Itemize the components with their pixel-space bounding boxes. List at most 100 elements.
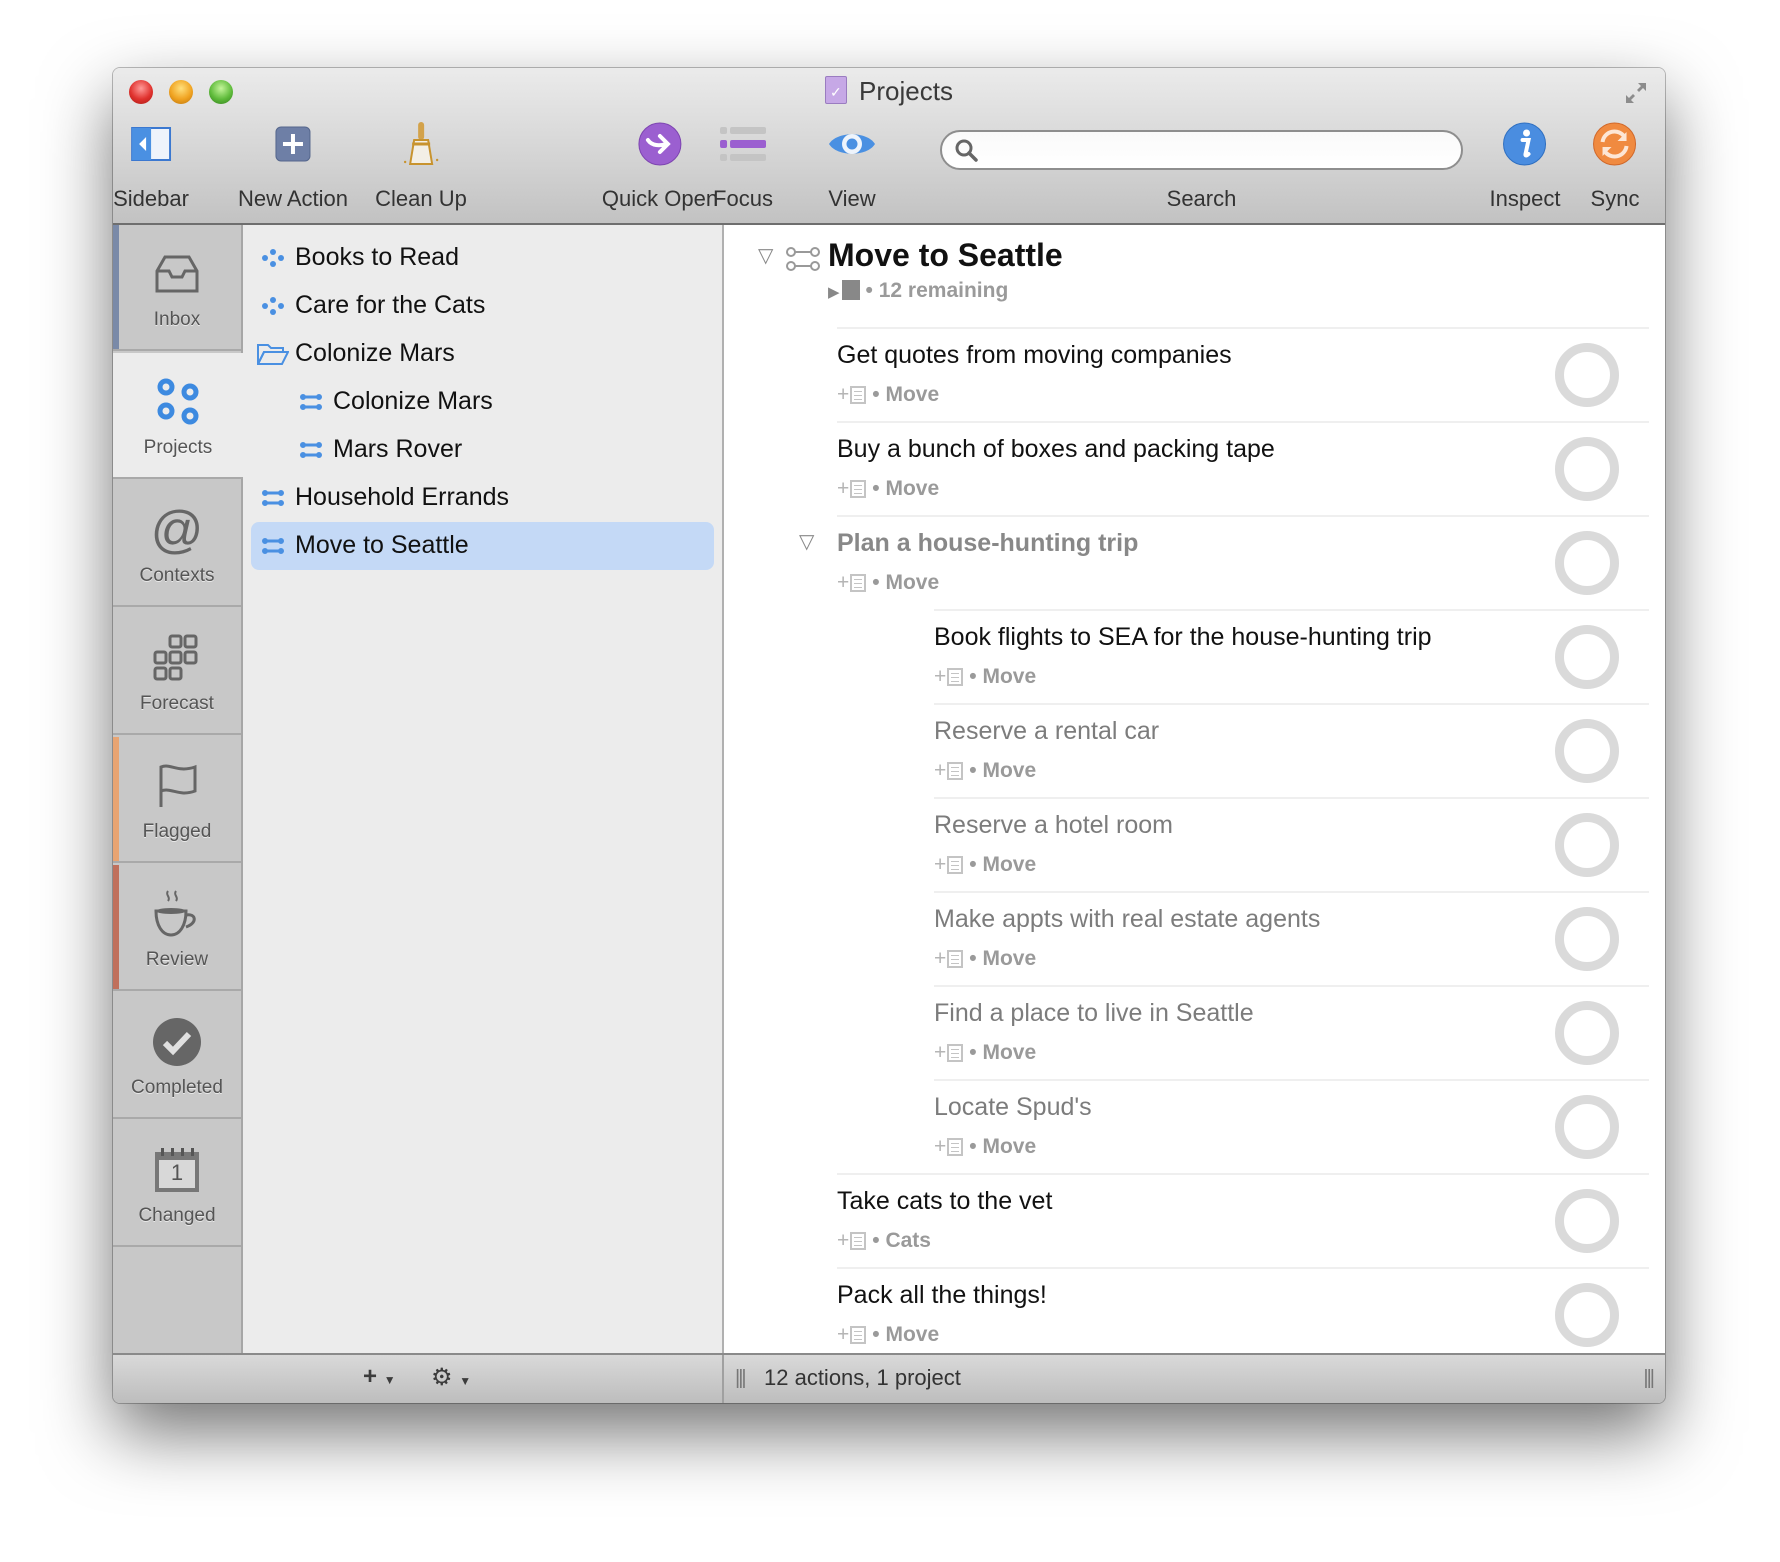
tab-projects[interactable]: Projects	[113, 353, 243, 479]
tab-inbox[interactable]: Inbox	[113, 225, 241, 351]
completion-checkbox[interactable]	[1555, 907, 1619, 971]
tab-forecast[interactable]: Forecast	[113, 609, 241, 735]
quick-open-button[interactable]: Quick Open	[602, 120, 718, 212]
add-note-icon[interactable]: +	[837, 1323, 867, 1347]
checkmark-circle-icon	[113, 1017, 241, 1067]
fullscreen-icon[interactable]	[1623, 80, 1649, 106]
sync-button[interactable]: Sync	[1591, 120, 1639, 212]
add-note-icon[interactable]: +	[837, 383, 867, 407]
action-title[interactable]: Reserve a rental car	[934, 717, 1159, 746]
add-note-icon[interactable]: +	[934, 759, 964, 783]
action-title[interactable]: Find a place to live in Seattle	[934, 999, 1254, 1028]
view-button[interactable]: View	[827, 120, 877, 212]
sidebar-toggle-icon	[113, 120, 189, 168]
completion-checkbox[interactable]	[1555, 343, 1619, 407]
action-title[interactable]: Plan a house-hunting trip	[837, 529, 1138, 558]
new-action-button[interactable]: New Action	[238, 120, 348, 212]
tab-contexts[interactable]: @ Contexts	[113, 481, 241, 607]
action-row[interactable]: Get quotes from moving companies + • Move	[837, 327, 1649, 421]
split-divider[interactable]	[722, 1355, 724, 1403]
tab-changed[interactable]: 1 Changed	[113, 1121, 241, 1247]
action-context[interactable]: Move	[885, 477, 939, 500]
magnifier-icon	[955, 139, 978, 162]
add-note-icon[interactable]: +	[934, 947, 964, 971]
resize-grip-icon[interactable]: |||	[735, 1367, 747, 1390]
action-context[interactable]: Move	[982, 947, 1036, 970]
action-context[interactable]: Move	[885, 571, 939, 594]
action-title[interactable]: Take cats to the vet	[837, 1187, 1052, 1216]
inspect-button[interactable]: Inspect	[1490, 120, 1560, 212]
project-list-item[interactable]: Household Errands	[251, 474, 714, 522]
action-title[interactable]: Book flights to SEA for the house-huntin…	[934, 623, 1432, 652]
action-row[interactable]: Book flights to SEA for the house-huntin…	[934, 609, 1649, 703]
action-group-row[interactable]: ▽ Plan a house-hunting trip + • Move	[799, 515, 1649, 609]
quick-open-arrow-icon	[602, 120, 718, 168]
add-menu-button[interactable]: + ▼	[363, 1363, 396, 1391]
outline-content: ▽ Move to Seattle ▶ • 12 remaining Get qu…	[724, 225, 1665, 1355]
clean-up-button[interactable]: Clean Up	[375, 120, 467, 212]
project-list-item-selected[interactable]: Move to Seattle	[251, 522, 714, 570]
search-field[interactable]	[940, 130, 1463, 170]
project-list-item[interactable]: Colonize Mars	[251, 378, 714, 426]
projects-circles-icon	[113, 377, 243, 427]
tab-flagged[interactable]: Flagged	[113, 737, 241, 863]
action-title[interactable]: Make appts with real estate agents	[934, 905, 1320, 934]
completion-checkbox[interactable]	[1555, 719, 1619, 783]
project-header: ▽ Move to Seattle ▶ • 12 remaining	[724, 225, 1665, 327]
action-context[interactable]: Move	[982, 1041, 1036, 1064]
tab-review[interactable]: Review	[113, 865, 241, 991]
action-title[interactable]: Reserve a hotel room	[934, 811, 1173, 840]
sidebar-button[interactable]: Sidebar	[113, 120, 189, 212]
action-title[interactable]: Pack all the things!	[837, 1281, 1047, 1310]
completion-checkbox[interactable]	[1555, 625, 1619, 689]
action-row[interactable]: Buy a bunch of boxes and packing tape + • …	[837, 421, 1649, 515]
action-meta: + • Move	[934, 665, 1036, 689]
action-context[interactable]: Move	[982, 665, 1036, 688]
completion-checkbox[interactable]	[1555, 531, 1619, 595]
completion-checkbox[interactable]	[1555, 1283, 1619, 1347]
folder-list-item[interactable]: Colonize Mars	[251, 330, 714, 378]
action-row[interactable]: Pack all the things! + • Move	[837, 1267, 1649, 1355]
disclosure-triangle-icon[interactable]: ▽	[758, 243, 773, 268]
tab-completed[interactable]: Completed	[113, 993, 241, 1119]
add-note-icon[interactable]: +	[934, 1041, 964, 1065]
action-row[interactable]: Find a place to live in Seattle + • Move	[934, 985, 1649, 1079]
action-row[interactable]: Reserve a rental car + • Move	[934, 703, 1649, 797]
resize-grip-icon[interactable]: |||	[1643, 1367, 1655, 1390]
action-context[interactable]: Move	[885, 383, 939, 406]
completion-checkbox[interactable]	[1555, 813, 1619, 877]
search-input[interactable]	[986, 136, 1447, 166]
add-note-icon[interactable]: +	[934, 853, 964, 877]
focus-button[interactable]: Focus	[713, 120, 773, 212]
completion-checkbox[interactable]	[1555, 1095, 1619, 1159]
completion-checkbox[interactable]	[1555, 437, 1619, 501]
action-context[interactable]: Cats	[885, 1229, 931, 1252]
disclosure-triangle-icon[interactable]: ▽	[799, 529, 814, 554]
action-title[interactable]: Locate Spud's	[934, 1093, 1092, 1122]
flag-icon	[113, 761, 241, 811]
add-note-icon[interactable]: +	[934, 665, 964, 689]
completion-checkbox[interactable]	[1555, 1189, 1619, 1253]
add-note-icon[interactable]: +	[837, 571, 867, 595]
completion-checkbox[interactable]	[1555, 1001, 1619, 1065]
project-list-item[interactable]: Care for the Cats	[251, 282, 714, 330]
action-context[interactable]: Move	[982, 853, 1036, 876]
add-note-icon[interactable]: +	[837, 1229, 867, 1253]
action-title[interactable]: Get quotes from moving companies	[837, 341, 1232, 370]
gear-menu-button[interactable]: ⚙ ▼	[431, 1363, 471, 1392]
action-row[interactable]: Reserve a hotel room + • Move	[934, 797, 1649, 891]
action-context[interactable]: Move	[885, 1323, 939, 1346]
action-row[interactable]: Locate Spud's + • Move	[934, 1079, 1649, 1173]
add-note-icon[interactable]: +	[837, 477, 867, 501]
project-title[interactable]: Move to Seattle	[828, 237, 1063, 274]
action-row[interactable]: Take cats to the vet + • Cats	[837, 1173, 1649, 1267]
project-icon	[299, 438, 323, 462]
project-list-item[interactable]: Books to Read	[251, 234, 714, 282]
action-context[interactable]: Move	[982, 1135, 1036, 1158]
action-title[interactable]: Buy a bunch of boxes and packing tape	[837, 435, 1275, 464]
action-context[interactable]: Move	[982, 759, 1036, 782]
expand-note-icon[interactable]: ▶	[828, 284, 840, 301]
action-row[interactable]: Make appts with real estate agents + • Mov…	[934, 891, 1649, 985]
project-list-item[interactable]: Mars Rover	[251, 426, 714, 474]
add-note-icon[interactable]: +	[934, 1135, 964, 1159]
